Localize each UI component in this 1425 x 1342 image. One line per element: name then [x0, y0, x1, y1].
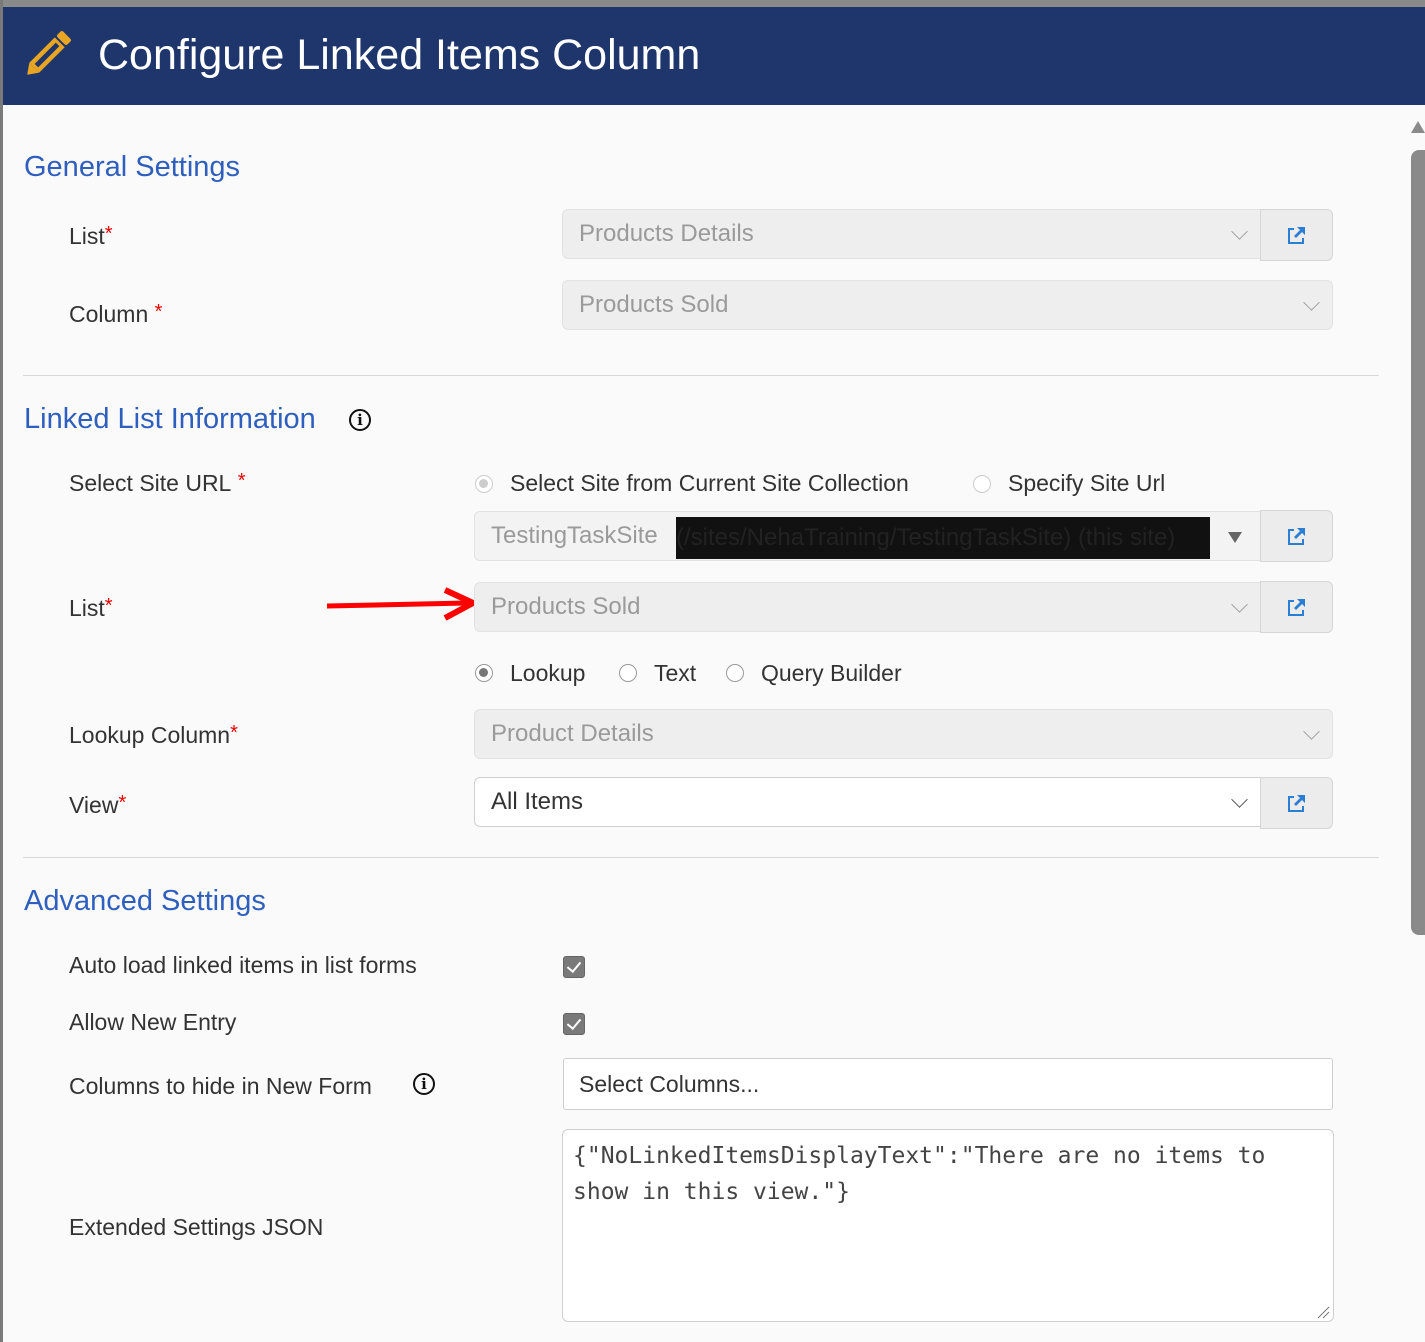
general-settings-title: General Settings: [24, 151, 241, 183]
required-mark: *: [118, 792, 127, 814]
label-text: View: [69, 792, 119, 818]
extended-settings-textarea[interactable]: {"NoLinkedItemsDisplayText":"There are n…: [562, 1129, 1334, 1322]
hide-columns-placeholder: Select Columns...: [579, 1071, 760, 1097]
label-text: List: [69, 223, 105, 249]
advanced-settings-title: Advanced Settings: [24, 885, 266, 917]
label-text: Select Site URL: [69, 470, 232, 496]
chevron-down-icon: [1303, 723, 1320, 740]
radio-label-text: Text: [654, 660, 697, 686]
required-mark: *: [104, 223, 113, 245]
chevron-down-icon: [1303, 294, 1320, 311]
view-select[interactable]: All Items: [474, 777, 1261, 827]
radio-current-site-collection[interactable]: [475, 475, 493, 493]
label-text: Lookup Column: [69, 722, 231, 748]
linked-list-value: Products Sold: [491, 593, 641, 620]
autoload-checkbox[interactable]: [563, 956, 585, 978]
site-url-label: Select Site URL *: [69, 469, 246, 497]
allow-new-entry-checkbox[interactable]: [563, 1013, 585, 1035]
pencil-icon: [27, 31, 71, 75]
redacted-site-path: (/sites/NehaTraining/TestingTaskSite) (t…: [676, 517, 1210, 559]
label-text: Column: [69, 301, 149, 327]
radio-label-current-site-collection: Select Site from Current Site Collection: [510, 470, 909, 496]
section-divider: [23, 857, 1379, 858]
linked-list-title: Linked List Information: [24, 403, 316, 435]
general-column-select[interactable]: Products Sold: [562, 280, 1333, 330]
radio-label-lookup: Lookup: [510, 660, 586, 686]
scrollbar-up-arrow[interactable]: [1411, 121, 1425, 133]
required-mark: *: [104, 595, 113, 617]
hide-columns-label: Columns to hide in New Form: [69, 1073, 372, 1099]
linked-list-label: List*: [69, 594, 113, 622]
radio-query-builder[interactable]: [726, 664, 744, 682]
extended-settings-label: Extended Settings JSON: [69, 1214, 324, 1240]
required-mark: *: [154, 301, 163, 323]
chevron-down-icon: [1231, 223, 1248, 240]
dialog-title: Configure Linked Items Column: [98, 31, 701, 79]
external-link-icon: [1287, 528, 1305, 545]
hide-columns-multiselect[interactable]: Select Columns...: [563, 1058, 1333, 1110]
open-view-button[interactable]: [1260, 777, 1333, 829]
window-top-border: [0, 0, 1425, 7]
resize-grip-icon[interactable]: [1316, 1305, 1330, 1319]
autoload-label: Auto load linked items in list forms: [69, 952, 417, 978]
radio-text[interactable]: [619, 664, 637, 682]
site-value: TestingTaskSite: [491, 522, 658, 549]
label-text: List: [69, 595, 105, 621]
general-list-select[interactable]: Products Details: [562, 209, 1261, 259]
linked-list-select[interactable]: Products Sold: [474, 582, 1261, 632]
lookup-column-label: Lookup Column*: [69, 721, 238, 749]
open-linked-list-button[interactable]: [1260, 581, 1333, 633]
general-column-value: Products Sold: [579, 291, 729, 318]
annotation-arrow: [327, 587, 477, 621]
general-column-label: Column *: [69, 300, 162, 328]
section-divider: [23, 375, 1379, 376]
lookup-column-select[interactable]: Product Details: [474, 709, 1333, 759]
allow-new-entry-label: Allow New Entry: [69, 1009, 237, 1035]
open-list-button[interactable]: [1260, 209, 1333, 261]
info-icon[interactable]: i: [413, 1073, 435, 1095]
external-link-icon: [1287, 599, 1305, 616]
required-mark: *: [230, 722, 238, 744]
external-link-icon: [1287, 227, 1305, 244]
scrollbar-thumb[interactable]: [1411, 150, 1425, 935]
radio-label-specify-site-url: Specify Site Url: [1008, 470, 1166, 496]
radio-lookup[interactable]: [475, 664, 493, 682]
view-value: All Items: [491, 788, 584, 815]
window-left-border: [0, 0, 3, 1342]
general-list-value: Products Details: [579, 220, 754, 247]
info-icon[interactable]: i: [349, 409, 371, 431]
radio-specify-site-url[interactable]: [973, 475, 991, 493]
dialog-header: Configure Linked Items Column: [3, 7, 1425, 105]
open-site-button[interactable]: [1260, 510, 1333, 562]
lookup-column-value: Product Details: [491, 720, 654, 747]
required-mark: *: [237, 470, 246, 492]
view-label: View*: [69, 791, 126, 819]
external-link-icon: [1287, 795, 1305, 812]
general-list-label: List*: [69, 222, 113, 250]
chevron-down-icon: [1231, 596, 1248, 613]
radio-label-query-builder: Query Builder: [761, 660, 902, 686]
dropdown-triangle-icon: [1228, 532, 1242, 543]
chevron-down-icon: [1231, 791, 1248, 808]
